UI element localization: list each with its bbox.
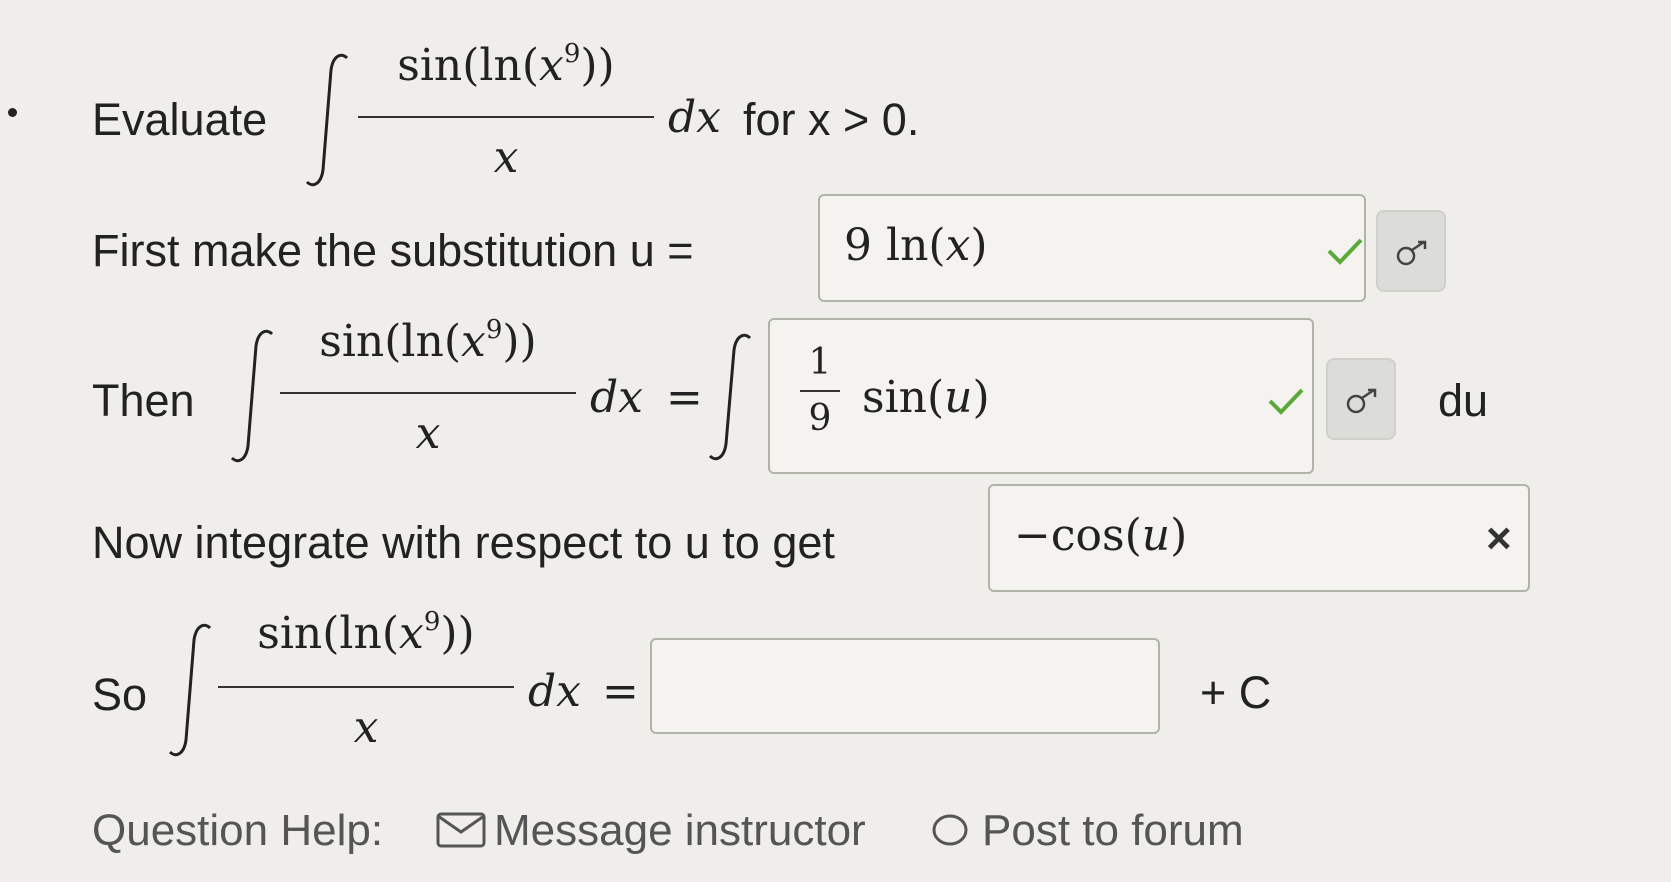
substitution-answer-field[interactable]: 9 ln(x) [818, 194, 1366, 302]
check-icon [1327, 238, 1363, 265]
integrand-fraction: sin(ln(x9)) x [218, 608, 514, 758]
integral-sign-u [706, 330, 756, 464]
antiderivative-u-answer-field[interactable]: −cos(u) × [988, 484, 1530, 592]
then-label: Then [92, 375, 195, 426]
question-help-label: Question Help: [92, 806, 384, 855]
substitution-label: First make the substitution u = [92, 225, 694, 276]
u-integrand-answer-field[interactable]: 1 9 sin(u) [768, 318, 1314, 474]
forum-icon [932, 814, 968, 846]
plus-c-label: + C [1200, 667, 1272, 718]
envelope-icon [436, 812, 486, 848]
differential-dx: dx [528, 666, 581, 717]
integrand-fraction: sin(ln(x9)) x [358, 40, 654, 190]
preview-icon [1396, 240, 1427, 266]
evaluate-label: Evaluate [92, 94, 268, 145]
message-instructor-link[interactable]: Message instructor [494, 806, 866, 856]
domain-condition: for x > 0. [743, 94, 920, 145]
post-to-forum-link[interactable]: Post to forum [982, 806, 1244, 856]
du-label: du [1438, 375, 1489, 426]
so-label: So [92, 669, 148, 720]
equals-sign: = [602, 666, 639, 717]
integral-sign [303, 50, 353, 190]
integral-sign [228, 326, 278, 466]
final-answer-field[interactable] [650, 638, 1160, 734]
incorrect-icon: × [1486, 514, 1512, 563]
preview-button[interactable] [1326, 358, 1396, 440]
preview-icon [1346, 388, 1377, 414]
check-icon [1268, 388, 1304, 415]
preview-button[interactable] [1376, 210, 1446, 292]
differential-dx: dx [668, 92, 721, 143]
differential-dx: dx [590, 372, 643, 423]
equals-sign: = [666, 372, 703, 423]
integrand-fraction: sin(ln(x9)) x [280, 316, 576, 466]
integrate-label: Now integrate with respect to u to get [92, 517, 835, 568]
integral-sign [166, 620, 216, 760]
question-bullet [8, 108, 17, 117]
